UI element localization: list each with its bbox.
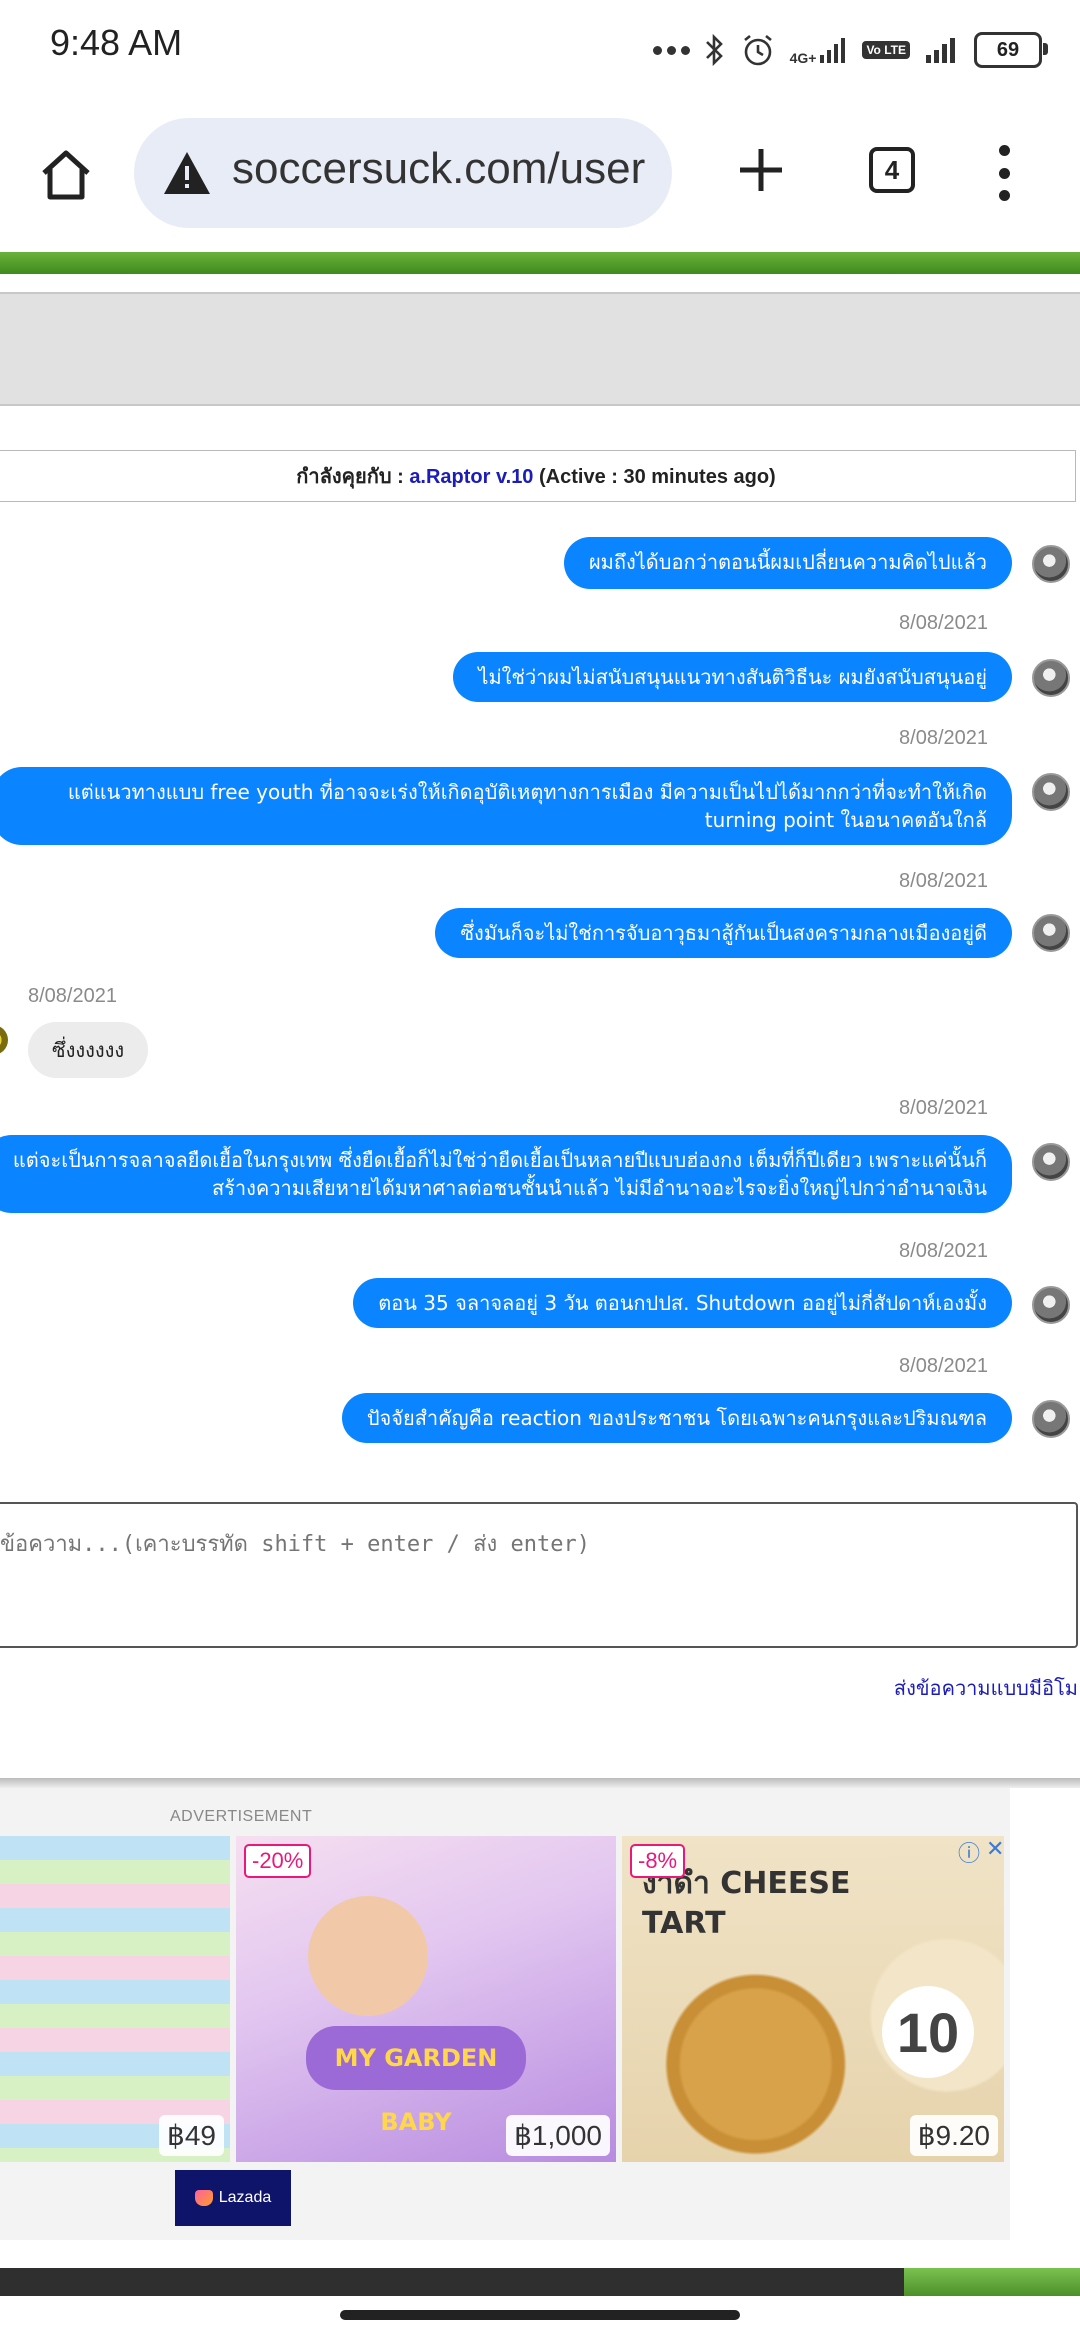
avatar xyxy=(0,1025,8,1055)
message-date: 8/08/2021 xyxy=(28,985,117,1007)
outgoing-message: แต่แนวทางแบบ free youth ที่อาจจะเร่งให้เ… xyxy=(0,767,1012,845)
url-text[interactable]: soccersuck.com/user xyxy=(232,144,645,194)
info-icon[interactable]: ⓘ xyxy=(958,1836,980,1868)
discount-badge: -8% xyxy=(630,1844,686,1878)
alarm-icon xyxy=(743,34,772,66)
ad-product-image[interactable]: งาดำ CHEESE TART 10 xyxy=(622,1836,1004,2162)
outgoing-message: ไม่ใช่ว่าผมไม่สนับสนุนแนวทางสันติวิธีนะ … xyxy=(453,652,1012,702)
site-nav-band xyxy=(0,292,1080,406)
ad-product-card[interactable]: ฿49 xyxy=(0,1836,230,2162)
message-date: 8/08/2021 xyxy=(899,1097,988,1119)
site-footer-strip xyxy=(0,2268,1080,2296)
chat-header: กำลังคุยกับ : a.Raptor v.10 (Active : 30… xyxy=(0,450,1076,502)
ad-label: ADVERTISEMENT xyxy=(170,1808,313,1825)
outgoing-message: ปัจจัยสำคัญคือ reaction ของประชาชน โดยเฉ… xyxy=(341,1393,1012,1443)
incoming-message: ซึ่งงงงงง xyxy=(28,1022,149,1078)
outgoing-message: ผมถึงได้บอกว่าตอนนี้ผมเปลี่ยนความคิดไปแล… xyxy=(563,537,1012,589)
home-icon[interactable] xyxy=(36,145,96,205)
status-icons: 4G+ Vo LTE 69 xyxy=(652,28,1048,72)
avatar xyxy=(1032,1286,1070,1324)
outgoing-message: ซึ่งมันก็จะไม่ใช่การจับอาวุธมาสู้กันเป็น… xyxy=(435,908,1012,958)
ad-product-image[interactable]: MY GARDEN BABY xyxy=(236,1836,616,2162)
signal-icon xyxy=(926,38,955,63)
message-composer[interactable] xyxy=(0,1502,1078,1648)
ad-product-card[interactable]: MY GARDEN BABY -20% ฿1,000 xyxy=(236,1836,616,2162)
status-bar: 9:48 AM 4G+ Vo LTE 69 xyxy=(0,0,1080,100)
chat-partner-status: (Active : 30 minutes ago) xyxy=(539,466,776,488)
bluetooth-icon xyxy=(705,33,723,67)
adchoices-icon[interactable]: ⓘ ✕ xyxy=(958,1836,1004,1868)
outgoing-message: แต่จะเป็นการจลาจลยืดเยื้อในกรุงเทพ ซึ่งย… xyxy=(0,1135,1012,1213)
message-date: 8/08/2021 xyxy=(899,612,988,634)
status-time: 9:48 AM xyxy=(50,22,183,63)
tab-switcher-button[interactable]: 4 xyxy=(869,147,915,193)
chat-header-prefix: กำลังคุยกับ : xyxy=(296,466,404,488)
ad-product-text: MY GARDEN BABY xyxy=(306,2026,526,2136)
gesture-nav-handle[interactable] xyxy=(340,2310,740,2320)
address-bar[interactable]: soccersuck.com/user xyxy=(134,118,672,228)
ad-price[interactable]: ฿9.20 xyxy=(909,2115,998,2156)
avatar xyxy=(1032,659,1070,697)
message-date: 8/08/2021 xyxy=(899,727,988,749)
volte-icon: Vo LTE xyxy=(862,41,910,59)
outgoing-message: ตอน 35 จลาจลอยู่ 3 วัน ตอนกปปส. Shutdown… xyxy=(353,1278,1012,1328)
more-notifications-icon xyxy=(652,45,690,55)
footer-grass xyxy=(904,2268,1080,2296)
avatar xyxy=(1032,1400,1070,1438)
message-date: 8/08/2021 xyxy=(899,870,988,892)
message-input[interactable] xyxy=(0,1504,1076,1646)
chat-partner-name[interactable]: a.Raptor v.10 xyxy=(409,466,533,488)
baby-doll-shape xyxy=(308,1896,428,2016)
message-date: 8/08/2021 xyxy=(899,1240,988,1262)
lazada-logo[interactable]: Lazada xyxy=(175,2170,291,2226)
emoji-message-link[interactable]: ส่งข้อความแบบมีอิโม xyxy=(894,1672,1078,1704)
discount-badge: -20% xyxy=(244,1844,312,1878)
ad-price[interactable]: ฿1,000 xyxy=(506,2115,610,2156)
warning-icon[interactable] xyxy=(162,150,212,196)
lazada-label: Lazada xyxy=(218,2189,272,2206)
new-tab-icon[interactable] xyxy=(736,145,786,195)
battery-icon: 69 xyxy=(974,32,1048,68)
signal-4g-icon: 4G+ xyxy=(790,35,849,65)
close-icon[interactable]: ✕ xyxy=(986,1836,1004,1868)
avatar xyxy=(1032,545,1070,583)
ad-product-count: 10 xyxy=(882,1986,974,2078)
avatar xyxy=(1032,773,1070,811)
ad-product-image[interactable] xyxy=(0,1836,230,2162)
ad-product-card[interactable]: งาดำ CHEESE TART 10 -8% ฿9.20 xyxy=(622,1836,1004,2162)
ad-divider xyxy=(0,1778,1080,1788)
ad-price[interactable]: ฿49 xyxy=(159,2115,224,2156)
more-menu-icon[interactable] xyxy=(994,145,1014,201)
lazada-heart-icon xyxy=(194,2190,213,2206)
site-banner-strip xyxy=(0,252,1080,274)
avatar xyxy=(1032,1143,1070,1181)
avatar xyxy=(1032,914,1070,952)
message-date: 8/08/2021 xyxy=(899,1355,988,1377)
